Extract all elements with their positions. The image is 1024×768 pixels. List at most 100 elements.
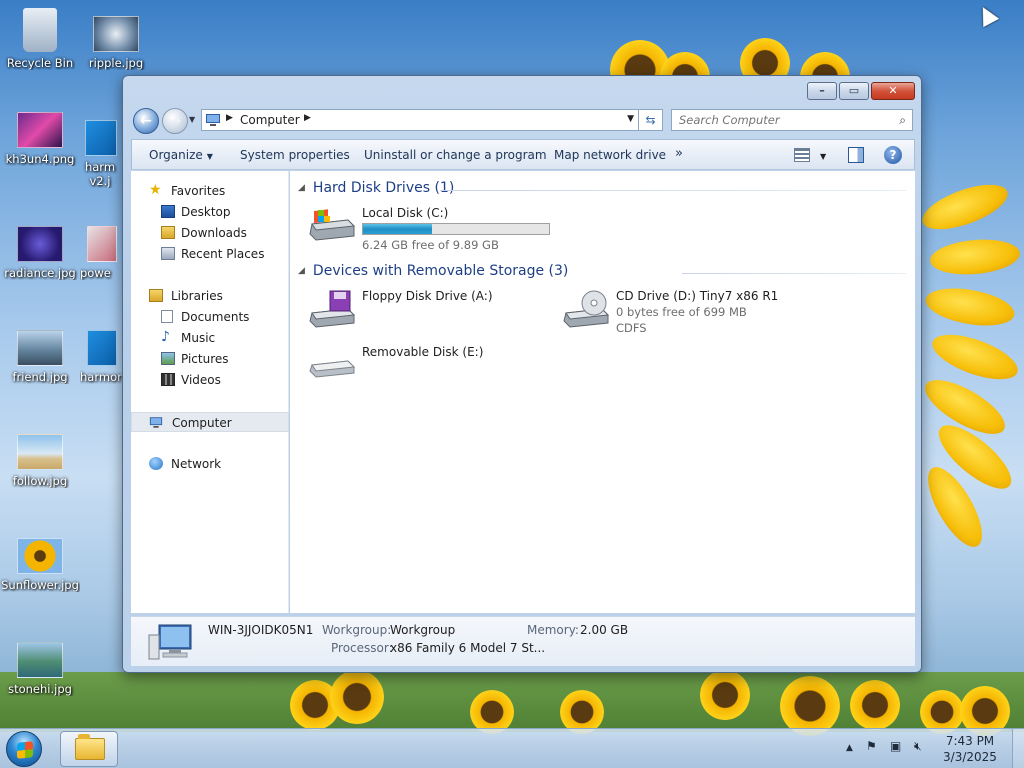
nav-label: Downloads: [181, 226, 247, 240]
nav-computer[interactable]: Computer: [131, 412, 289, 432]
nav-favorites[interactable]: ★ Favorites: [131, 181, 289, 201]
music-icon: ♪: [161, 329, 170, 345]
nav-libraries[interactable]: Libraries: [131, 286, 289, 306]
action-center-flag-icon[interactable]: ⚑: [866, 739, 877, 753]
desktop-icon-harm-v2[interactable]: harm v2.j: [78, 120, 124, 188]
computer-icon: [148, 624, 192, 660]
breadcrumb-arrow-icon[interactable]: ▶: [226, 113, 233, 123]
recent-pages-dropdown[interactable]: ▼: [189, 115, 195, 124]
nav-network[interactable]: Network: [131, 454, 289, 474]
minimize-button[interactable]: –: [807, 82, 837, 100]
nav-recent-places[interactable]: Recent Places: [131, 244, 289, 264]
nav-music[interactable]: ♪ Music: [131, 328, 289, 348]
nav-videos[interactable]: Videos: [131, 370, 289, 390]
desktop-icon-label: Recycle Bin: [6, 56, 74, 70]
nav-label: Desktop: [181, 205, 231, 219]
network-icon: [149, 457, 163, 470]
navigation-pane: ★ Favorites Desktop Downloads Recent Pla…: [131, 171, 289, 613]
breadcrumb-arrow-icon[interactable]: ▶: [304, 113, 311, 123]
desktop-icon-stonehi[interactable]: stonehi.jpg: [0, 642, 80, 696]
desktop-icon-sunflower[interactable]: Sunflower.jpg: [0, 538, 80, 592]
nav-downloads[interactable]: Downloads: [131, 223, 289, 243]
desktop-icon-kh3un4[interactable]: kh3un4.png: [0, 112, 80, 166]
image-thumbnail: [17, 434, 63, 470]
documents-icon: [161, 310, 173, 323]
drive-local-disk-c[interactable]: Local Disk (C:) 6.24 GB free of 9.89 GB: [308, 206, 568, 252]
processor-label: Processor:: [331, 641, 393, 655]
desktop-icon-friend[interactable]: friend.jpg: [0, 330, 80, 384]
address-bar[interactable]: ▶ Computer ▶ ▼: [201, 109, 639, 131]
nav-label: Pictures: [181, 352, 229, 366]
group-header-removable-storage[interactable]: ◢ Devices with Removable Storage (3): [298, 263, 568, 279]
drive-name: CD Drive (D:) Tiny7 x86 R1: [616, 289, 779, 303]
nav-label: Videos: [181, 373, 221, 387]
folder-icon: [75, 734, 105, 760]
removable-disk-icon: [309, 360, 356, 378]
show-hidden-icons-button[interactable]: ▲: [846, 743, 853, 753]
organize-label: Organize: [149, 148, 203, 162]
libraries-icon: [149, 289, 163, 302]
desktop-icon-radiance[interactable]: radiance.jpg: [0, 226, 80, 280]
group-title: Devices with Removable Storage (3): [312, 263, 569, 279]
address-dropdown-icon[interactable]: ▼: [627, 114, 634, 124]
desktop-icon-recycle-bin[interactable]: Recycle Bin: [0, 8, 80, 70]
start-button[interactable]: [6, 731, 42, 767]
desktop-icon-harmor[interactable]: harmor: [80, 330, 124, 384]
nav-documents[interactable]: Documents: [131, 307, 289, 327]
taskbar-explorer-button[interactable]: [60, 731, 118, 767]
more-commands-button[interactable]: »: [675, 146, 683, 161]
drive-removable-e[interactable]: Removable Disk (E:): [308, 345, 528, 389]
uninstall-program-button[interactable]: Uninstall or change a program: [364, 148, 547, 162]
nav-label: Recent Places: [181, 247, 265, 261]
desktop-icon-label: powe: [80, 266, 111, 280]
group-divider: [682, 273, 906, 274]
search-icon[interactable]: ⌕: [899, 113, 906, 128]
organize-menu[interactable]: Organize ▼: [149, 148, 213, 162]
chevron-down-icon: ▼: [206, 152, 213, 161]
desktop-icon-label: radiance.jpg: [4, 266, 76, 280]
desktop-icon-follow[interactable]: follow.jpg: [0, 434, 80, 488]
clock[interactable]: 7:43 PM 3/3/2025: [930, 733, 1010, 765]
refresh-button[interactable]: ⇆: [639, 109, 663, 131]
forward-button[interactable]: →: [162, 108, 188, 134]
help-icon: ?: [884, 146, 902, 164]
network-status-icon[interactable]: ▣: [890, 739, 901, 753]
desktop-icon-ripple[interactable]: ripple.jpg: [76, 16, 156, 70]
group-header-hard-disk-drives[interactable]: ◢ Hard Disk Drives (1): [298, 180, 454, 196]
map-network-drive-button[interactable]: Map network drive: [554, 148, 666, 162]
nav-pictures[interactable]: Pictures: [131, 349, 289, 369]
show-desktop-button[interactable]: [1012, 729, 1024, 768]
star-icon: ★: [149, 182, 162, 198]
nav-label: Libraries: [171, 289, 223, 303]
search-input[interactable]: [672, 110, 882, 130]
breadcrumb-computer[interactable]: Computer: [240, 113, 300, 127]
details-pane: WIN-3JJOIDK05N1 Workgroup: Workgroup Mem…: [131, 616, 915, 666]
desktop-icon-powe[interactable]: powe: [80, 226, 124, 280]
drive-floppy-a[interactable]: Floppy Disk Drive (A:): [308, 289, 528, 333]
help-button[interactable]: ?: [884, 146, 902, 164]
cd-drive-icon: [563, 290, 610, 328]
close-button[interactable]: ✕: [871, 82, 915, 100]
desktop-icon-label: kh3un4.png: [5, 152, 75, 166]
volume-muted-icon[interactable]: 🔇︎: [914, 739, 922, 754]
drive-cd-d[interactable]: CD Drive (D:) Tiny7 x86 R1 0 bytes free …: [562, 289, 862, 337]
preview-pane-button[interactable]: [848, 147, 864, 166]
change-view-button[interactable]: ▼: [794, 148, 826, 165]
recent-places-icon: [161, 247, 175, 260]
system-properties-button[interactable]: System properties: [240, 148, 350, 162]
chevron-down-icon: ▼: [820, 152, 827, 161]
back-arrow-icon: ←: [140, 113, 152, 129]
drive-name: Removable Disk (E:): [362, 345, 484, 359]
nav-label: Music: [181, 331, 216, 345]
desktop-icon-label: follow.jpg: [12, 474, 68, 488]
address-row: ← → ▼ ▶ Computer ▶ ▼ ⇆ ⌕: [131, 107, 913, 135]
back-button[interactable]: ←: [133, 108, 159, 134]
search-box[interactable]: ⌕: [671, 109, 913, 131]
close-icon: ✕: [888, 84, 898, 97]
views-icon: [794, 148, 810, 162]
maximize-button[interactable]: ▭: [839, 82, 869, 100]
nav-desktop[interactable]: Desktop: [131, 202, 289, 222]
content-pane: ◢ Hard Disk Drives (1) Local Disk (C:) 6.…: [290, 171, 915, 613]
image-thumbnail: [17, 642, 63, 678]
nav-label: Network: [171, 457, 222, 471]
